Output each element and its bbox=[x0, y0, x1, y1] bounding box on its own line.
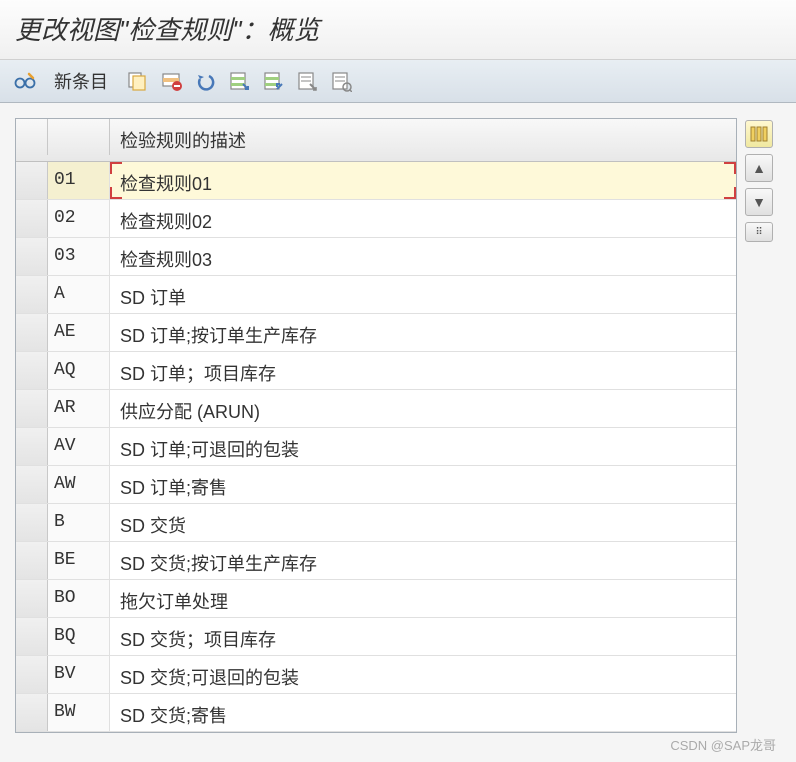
table-row[interactable]: AVSD 订单;可退回的包装 bbox=[16, 428, 736, 466]
row-selector[interactable] bbox=[16, 390, 48, 427]
row-code-cell[interactable]: BO bbox=[48, 580, 110, 617]
table-row[interactable]: BQSD 交货；项目库存 bbox=[16, 618, 736, 656]
row-selector[interactable] bbox=[16, 276, 48, 313]
row-code-cell[interactable]: AQ bbox=[48, 352, 110, 389]
print-icon[interactable] bbox=[328, 68, 354, 94]
row-desc-cell[interactable]: SD 订单;寄售 bbox=[110, 466, 736, 503]
row-desc-cell[interactable]: 检查规则02 bbox=[110, 200, 736, 237]
rules-table: 检验规则的描述 01检查规则0102检查规则0203检查规则03ASD 订单AE… bbox=[15, 118, 737, 733]
row-code-cell[interactable]: AV bbox=[48, 428, 110, 465]
row-code-cell[interactable]: BQ bbox=[48, 618, 110, 655]
table-row[interactable]: BESD 交货;按订单生产库存 bbox=[16, 542, 736, 580]
row-selector[interactable] bbox=[16, 200, 48, 237]
scroll-up-button[interactable]: ▲ bbox=[745, 154, 773, 182]
glasses-icon[interactable] bbox=[12, 68, 38, 94]
header-desc-col[interactable]: 检验规则的描述 bbox=[110, 119, 736, 161]
row-code-cell[interactable]: 02 bbox=[48, 200, 110, 237]
row-code-cell[interactable]: AR bbox=[48, 390, 110, 427]
row-code-cell[interactable]: B bbox=[48, 504, 110, 541]
toolbar: 新条目 bbox=[0, 60, 796, 103]
copy-icon[interactable] bbox=[124, 68, 150, 94]
row-code-cell[interactable]: AW bbox=[48, 466, 110, 503]
row-desc-cell[interactable]: SD 交货;寄售 bbox=[110, 694, 736, 731]
row-code-cell[interactable]: 03 bbox=[48, 238, 110, 275]
table-row[interactable]: BSD 交货 bbox=[16, 504, 736, 542]
row-desc-cell[interactable]: SD 订单；项目库存 bbox=[110, 352, 736, 389]
table-row[interactable]: BWSD 交货;寄售 bbox=[16, 694, 736, 732]
row-selector[interactable] bbox=[16, 428, 48, 465]
table-row[interactable]: AQSD 订单；项目库存 bbox=[16, 352, 736, 390]
row-selector[interactable] bbox=[16, 238, 48, 275]
row-desc-cell[interactable]: SD 交货 bbox=[110, 504, 736, 541]
row-selector[interactable] bbox=[16, 542, 48, 579]
row-selector[interactable] bbox=[16, 352, 48, 389]
row-selector[interactable] bbox=[16, 656, 48, 693]
row-desc-cell[interactable]: 检查规则01 bbox=[110, 162, 736, 199]
table-row[interactable]: BO拖欠订单处理 bbox=[16, 580, 736, 618]
row-code-cell[interactable]: A bbox=[48, 276, 110, 313]
header-code-col[interactable] bbox=[48, 119, 110, 155]
select-all-icon[interactable] bbox=[226, 68, 252, 94]
row-desc-cell[interactable]: SD 订单;可退回的包装 bbox=[110, 428, 736, 465]
scroll-down-button[interactable]: ▼ bbox=[745, 188, 773, 216]
row-selector[interactable] bbox=[16, 314, 48, 351]
row-code-cell[interactable]: BE bbox=[48, 542, 110, 579]
row-desc-cell[interactable]: SD 订单 bbox=[110, 276, 736, 313]
table-row[interactable]: 01检查规则01 bbox=[16, 162, 736, 200]
table-row[interactable]: 03检查规则03 bbox=[16, 238, 736, 276]
page-title: 更改视图"检查规则"：概览 bbox=[0, 0, 796, 60]
row-selector[interactable] bbox=[16, 618, 48, 655]
side-controls: ▲ ▼ ⠿ bbox=[745, 118, 777, 733]
config-icon[interactable] bbox=[294, 68, 320, 94]
row-desc-cell[interactable]: SD 订单;按订单生产库存 bbox=[110, 314, 736, 351]
row-code-cell[interactable]: AE bbox=[48, 314, 110, 351]
row-desc-cell[interactable]: 供应分配 (ARUN) bbox=[110, 390, 736, 427]
delete-row-icon[interactable] bbox=[158, 68, 184, 94]
row-code-cell[interactable]: BV bbox=[48, 656, 110, 693]
undo-icon[interactable] bbox=[192, 68, 218, 94]
table-row[interactable]: 02检查规则02 bbox=[16, 200, 736, 238]
row-selector[interactable] bbox=[16, 694, 48, 731]
row-desc-cell[interactable]: SD 交货;按订单生产库存 bbox=[110, 542, 736, 579]
row-selector[interactable] bbox=[16, 466, 48, 503]
row-desc-cell[interactable]: 拖欠订单处理 bbox=[110, 580, 736, 617]
row-desc-cell[interactable]: SD 交货；项目库存 bbox=[110, 618, 736, 655]
table-header: 检验规则的描述 bbox=[16, 119, 736, 162]
row-code-cell[interactable]: BW bbox=[48, 694, 110, 731]
scroll-handle[interactable]: ⠿ bbox=[745, 222, 773, 242]
table-row[interactable]: ASD 订单 bbox=[16, 276, 736, 314]
table-row[interactable]: AESD 订单;按订单生产库存 bbox=[16, 314, 736, 352]
table-row[interactable]: AR供应分配 (ARUN) bbox=[16, 390, 736, 428]
row-selector[interactable] bbox=[16, 162, 48, 199]
table-row[interactable]: AWSD 订单;寄售 bbox=[16, 466, 736, 504]
table-row[interactable]: BVSD 交货;可退回的包装 bbox=[16, 656, 736, 694]
row-desc-cell[interactable]: SD 交货;可退回的包装 bbox=[110, 656, 736, 693]
content-area: 检验规则的描述 01检查规则0102检查规则0203检查规则03ASD 订单AE… bbox=[0, 103, 796, 733]
deselect-all-icon[interactable] bbox=[260, 68, 286, 94]
watermark: CSDN @SAP龙哥 bbox=[670, 735, 776, 754]
column-config-button[interactable] bbox=[745, 120, 773, 148]
row-selector[interactable] bbox=[16, 504, 48, 541]
row-desc-cell[interactable]: 检查规则03 bbox=[110, 238, 736, 275]
row-code-cell[interactable]: 01 bbox=[48, 162, 110, 199]
row-selector[interactable] bbox=[16, 580, 48, 617]
header-selector-col[interactable] bbox=[16, 119, 48, 155]
new-entry-button[interactable]: 新条目 bbox=[46, 68, 116, 94]
